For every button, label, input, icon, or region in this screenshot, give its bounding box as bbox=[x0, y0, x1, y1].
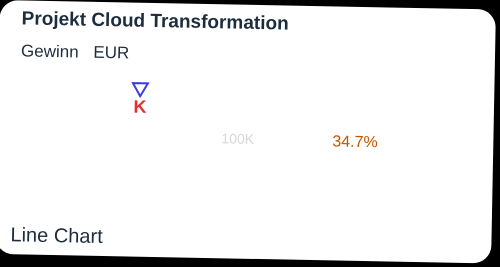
card-subtitle-row: Gewinn EUR bbox=[21, 41, 130, 63]
chart-type-label: Line Chart bbox=[10, 224, 103, 249]
kpi-scale: K bbox=[133, 96, 147, 117]
card-unit: EUR bbox=[93, 42, 130, 63]
kpi-card[interactable]: Projekt Cloud Transformation Gewinn EUR … bbox=[0, 0, 496, 264]
card-title: Projekt Cloud Transformation bbox=[21, 8, 289, 35]
kpi-deviation: 34.7% bbox=[332, 133, 378, 152]
kpi-indicator: K bbox=[129, 82, 152, 117]
triangle-down-icon bbox=[131, 82, 150, 98]
card-subtitle: Gewinn bbox=[20, 41, 79, 62]
kpi-target: 100K bbox=[221, 130, 255, 147]
